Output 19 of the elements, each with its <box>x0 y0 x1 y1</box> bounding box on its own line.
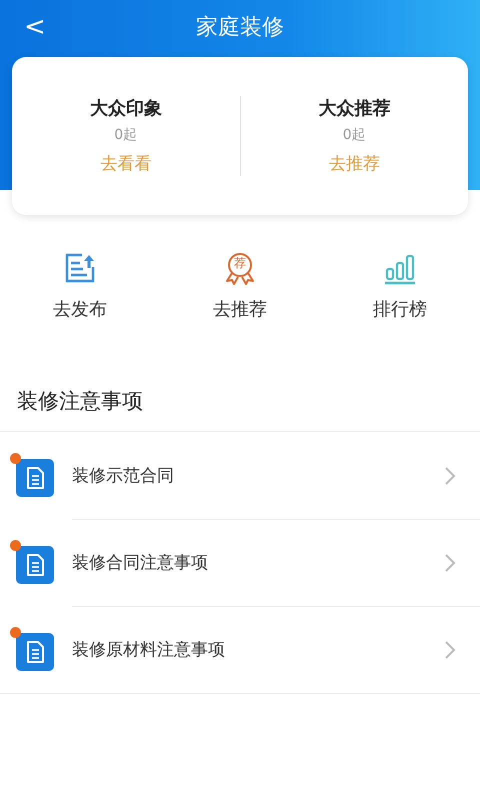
notice-item[interactable]: 装修原材料注意事项 <box>0 606 480 693</box>
summary-title: 大众印象 <box>90 96 162 120</box>
summary-count: 0起 <box>114 126 138 144</box>
notice-item[interactable]: 装修示范合同 <box>0 432 480 519</box>
document-icon <box>16 546 54 584</box>
shortcut-button[interactable]: 荐 去推荐 <box>160 251 320 321</box>
document-icon <box>16 458 54 496</box>
chevron-icon <box>444 552 456 572</box>
page-title: 家庭装修 <box>196 15 284 40</box>
chevron-icon <box>444 466 456 486</box>
chevron-icon <box>444 640 456 660</box>
summary-title: 大众推荐 <box>318 96 390 120</box>
back-button[interactable]: < <box>14 14 56 40</box>
summary-count: 0起 <box>342 126 366 144</box>
notice-item[interactable]: 装修合同注意事项 <box>0 519 480 606</box>
shortcut-button[interactable]: 排行榜 <box>320 251 480 321</box>
shortcut-button[interactable]: 去发布 <box>0 251 160 321</box>
document-icon <box>16 632 54 670</box>
section-title: 装修注意事项 <box>16 388 144 415</box>
